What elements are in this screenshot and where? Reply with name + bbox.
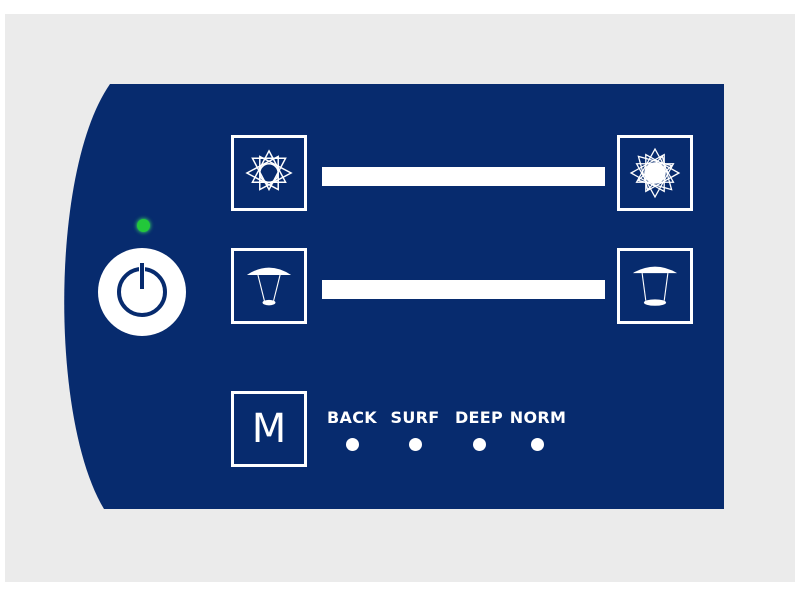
mode-button-label: M [251, 406, 287, 452]
power-icon [117, 258, 167, 317]
sun-bright-icon [629, 147, 681, 199]
mode-button[interactable]: M [231, 391, 307, 467]
mode-indicator-deep [473, 438, 486, 451]
power-led [137, 219, 150, 232]
mode-indicator-surf [409, 438, 422, 451]
lamp-level-bar[interactable] [322, 280, 605, 299]
lamp-down-button[interactable] [231, 248, 307, 324]
light-decrease-button[interactable] [231, 135, 307, 211]
mode-label-norm: NORM [509, 408, 567, 427]
light-increase-button[interactable] [617, 135, 693, 211]
mode-indicator-back [346, 438, 359, 451]
sun-dim-icon [245, 149, 293, 192]
light-level-bar[interactable] [322, 167, 605, 186]
lamp-up-button[interactable] [617, 248, 693, 324]
power-button[interactable] [98, 248, 186, 336]
mode-label-surf: SURF [390, 408, 440, 427]
mode-indicator-norm [531, 438, 544, 451]
mode-label-back: BACK [327, 408, 377, 427]
lamp-high-icon [632, 266, 678, 306]
lamp-low-icon [246, 267, 292, 306]
